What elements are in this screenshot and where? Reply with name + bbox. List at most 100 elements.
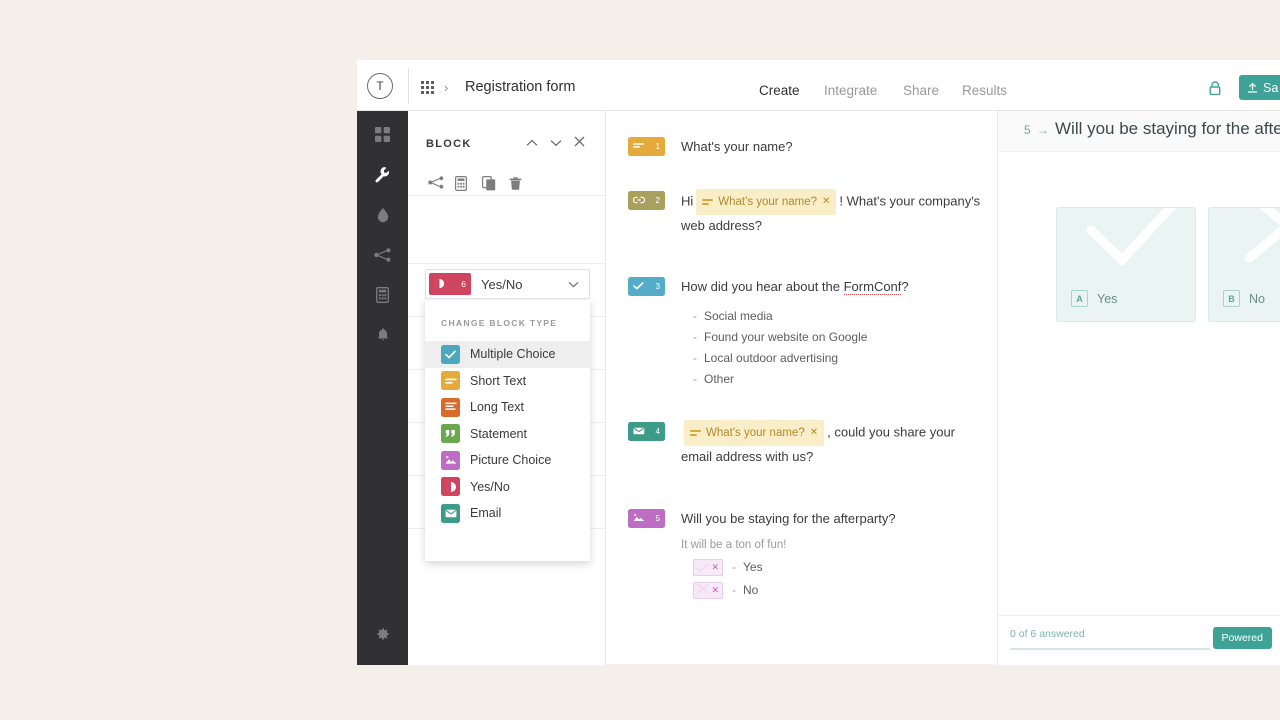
tab-create[interactable]: Create — [759, 83, 800, 114]
question-text: What's your name? — [681, 139, 793, 154]
question-row[interactable]: 4 What's your name? ✕, could you share yo… — [606, 396, 998, 479]
dropdown-item-label: Picture Choice — [470, 453, 552, 468]
question-text-tail: ? — [901, 279, 909, 294]
block-panel-header: BLOCK — [408, 111, 606, 196]
question-number: 3 — [655, 282, 660, 291]
question-number: 2 — [655, 196, 660, 205]
recall-chip[interactable]: What's your name? ✕ — [696, 189, 837, 215]
breadcrumb-title[interactable]: Registration form — [465, 79, 575, 95]
powered-by-badge[interactable]: Powered — [1212, 627, 1272, 649]
preview-choice-card[interactable]: B No — [1208, 207, 1280, 322]
tab-results[interactable]: Results — [962, 83, 1007, 109]
avatar[interactable]: T — [367, 73, 393, 99]
recall-chip[interactable]: What's your name? ✕ — [684, 420, 825, 446]
choice-dash: - — [693, 330, 697, 344]
question-text: Hi What's your name? ✕! What's your compan… — [681, 189, 981, 237]
block-panel-title: BLOCK — [426, 138, 472, 150]
dropdown-item-long-text[interactable]: Long Text — [425, 394, 590, 421]
choice-dash: - — [732, 560, 736, 574]
gear-icon — [376, 627, 390, 646]
block-type-selector[interactable]: 6 Yes/No — [425, 269, 590, 299]
choice-item: - Other — [693, 372, 734, 386]
expand-down-icon[interactable] — [550, 136, 562, 149]
choice-item: - Yes — [732, 560, 763, 574]
remove-picture-icon[interactable]: ✕ — [711, 562, 719, 573]
question-row[interactable]: 3 How did you hear about the FormConf? -… — [606, 248, 998, 386]
sidebar-item-build[interactable] — [357, 157, 408, 197]
apps-grid-icon[interactable] — [421, 81, 434, 94]
sidebar-item-calculator[interactable] — [357, 277, 408, 317]
long-text-icon — [441, 397, 460, 417]
bell-icon — [376, 327, 390, 348]
short-text-icon — [690, 429, 701, 437]
picture-thumbnail[interactable]: ✕ — [693, 559, 723, 576]
preview-choice-card[interactable]: A Yes — [1056, 207, 1196, 322]
question-row[interactable]: 1 What's your name? — [606, 111, 998, 165]
preview-choice-label: Yes — [1097, 292, 1118, 306]
dropdown-item-short-text[interactable]: Short Text — [425, 368, 590, 395]
picture-thumbnail[interactable]: ✕ — [693, 582, 723, 599]
sidebar-item-settings[interactable] — [357, 616, 408, 656]
dropdown-item-statement[interactable]: Statement — [425, 421, 590, 448]
sidebar-item-notifications[interactable] — [357, 317, 408, 357]
choice-dash: - — [693, 372, 697, 386]
misspelled-word: FormConf — [843, 279, 902, 295]
dropdown-item-multiple-choice[interactable]: Multiple Choice — [425, 341, 590, 368]
preview-question-text: Will you be staying for the afte — [1055, 119, 1280, 138]
remove-recall-icon[interactable]: ✕ — [810, 422, 818, 444]
calculator-icon[interactable] — [455, 176, 468, 196]
question-description: It will be a ton of fun! — [681, 539, 787, 551]
duplicate-icon[interactable] — [482, 176, 496, 196]
collapse-up-icon[interactable] — [526, 136, 538, 149]
block-type-number: 6 — [461, 279, 466, 289]
question-number: 4 — [655, 427, 660, 436]
half-circle-icon — [434, 278, 445, 291]
topbar-divider — [408, 68, 409, 104]
sidebar-item-blocks[interactable] — [357, 117, 408, 157]
dropdown-heading: CHANGE BLOCK TYPE — [441, 318, 558, 328]
dropdown-item-picture-choice[interactable]: Picture Choice — [425, 447, 590, 474]
tab-share[interactable]: Share — [903, 83, 939, 109]
sidebar-item-logic[interactable] — [357, 237, 408, 277]
form-question-list: 1 What's your name? 2 Hi What's your name… — [606, 111, 998, 665]
tab-integrate[interactable]: Integrate — [824, 83, 877, 109]
preview-choice-key: B — [1223, 290, 1240, 307]
breadcrumb-chevron-icon: › — [444, 80, 449, 95]
block-type-dropdown: CHANGE BLOCK TYPE Multiple Choice Short … — [425, 299, 590, 561]
image-icon — [441, 450, 460, 470]
question-badge: 1 — [628, 137, 665, 156]
remove-recall-icon[interactable]: ✕ — [822, 191, 830, 213]
save-button[interactable]: Sa — [1239, 75, 1280, 100]
dropdown-item-email[interactable]: Email — [425, 500, 590, 527]
left-sidebar — [357, 111, 408, 665]
close-icon[interactable] — [574, 136, 585, 149]
remove-picture-icon[interactable]: ✕ — [711, 585, 719, 596]
preview-choice-key: A — [1071, 290, 1088, 307]
logic-icon[interactable] — [428, 176, 444, 194]
short-text-icon — [441, 371, 460, 391]
choice-item: - Social media — [693, 309, 773, 323]
dropdown-item-label: Multiple Choice — [470, 347, 556, 362]
question-text-before: Hi — [681, 193, 694, 209]
link-icon — [632, 196, 646, 206]
question-row-selected[interactable]: 6 Do you have any comments or suggestion… — [606, 664, 998, 665]
cross-thumb-icon — [696, 583, 709, 594]
cross-image-icon — [1244, 208, 1280, 263]
dropdown-item-label: Long Text — [470, 400, 524, 415]
question-text: How did you hear about the FormConf? — [681, 276, 981, 298]
trash-icon[interactable] — [509, 176, 522, 196]
sidebar-item-design[interactable] — [357, 197, 408, 237]
choice-label: Local outdoor advertising — [704, 351, 839, 365]
panel-divider — [408, 263, 606, 264]
dropdown-item-yes-no[interactable]: Yes/No — [425, 474, 590, 501]
envelope-icon — [441, 503, 460, 523]
block-panel: BLOCK 6 Yes/No CHANGE BLOCK TYPE Multipl… — [408, 111, 606, 665]
choice-item: - Local outdoor advertising — [693, 351, 838, 365]
lock-icon[interactable] — [1209, 81, 1222, 101]
droplet-icon — [376, 207, 390, 228]
question-row[interactable]: 5 Will you be staying for the afterparty… — [606, 479, 998, 604]
calculator-icon — [376, 286, 389, 308]
choice-label: Found your website on Google — [704, 330, 868, 344]
recall-chip-label: What's your name? — [706, 427, 805, 439]
question-row[interactable]: 2 Hi What's your name? ✕! What's your comp… — [606, 165, 998, 248]
